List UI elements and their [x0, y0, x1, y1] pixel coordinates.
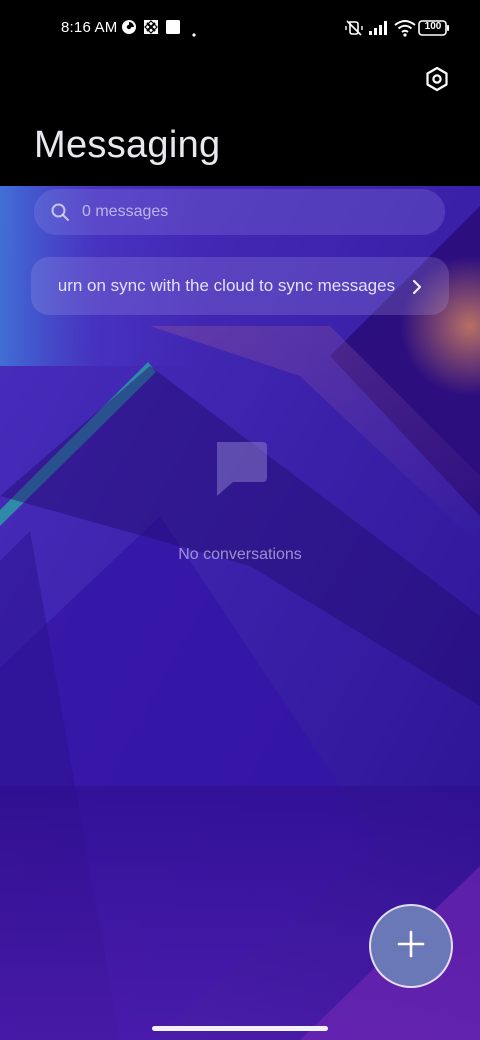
wifi-icon [394, 18, 416, 43]
sync-banner[interactable]: Turn on sync with the cloud to sync mess… [31, 257, 449, 315]
page-title: Messaging [34, 124, 221, 166]
status-bar: 8:16 AM 100 [0, 0, 480, 56]
settings-hexagon-icon [424, 66, 450, 97]
battery-level: 100 [424, 21, 442, 32]
mute-vibrate-icon [344, 18, 364, 43]
navigation-handle[interactable] [152, 1026, 328, 1031]
plus-icon [397, 930, 425, 963]
data-saver-icon [121, 19, 137, 40]
search-placeholder: 0 messages [82, 203, 169, 220]
chevron-right-icon [408, 278, 426, 301]
settings-button[interactable] [420, 64, 454, 98]
new-message-button[interactable] [371, 906, 451, 986]
status-time: 8:16 AM [61, 19, 118, 36]
battery-icon: 100 [418, 18, 450, 43]
signal-icon [368, 18, 390, 43]
sync-banner-text: Turn on sync with the cloud to sync mess… [59, 276, 396, 295]
search-bar[interactable]: 0 messages [34, 189, 445, 235]
message-bubble-icon [213, 442, 267, 503]
messaging-screen: 8:16 AM 100 Messaging 0 messages Turn on… [0, 0, 480, 1040]
search-icon [50, 202, 70, 227]
sync-text-clip: Turn on sync with the cloud to sync mess… [59, 257, 425, 315]
square-notification-icon [165, 19, 181, 40]
empty-state-text: No conversations [178, 546, 302, 563]
app-notification-icon [143, 19, 159, 40]
dot-icon [192, 24, 196, 42]
